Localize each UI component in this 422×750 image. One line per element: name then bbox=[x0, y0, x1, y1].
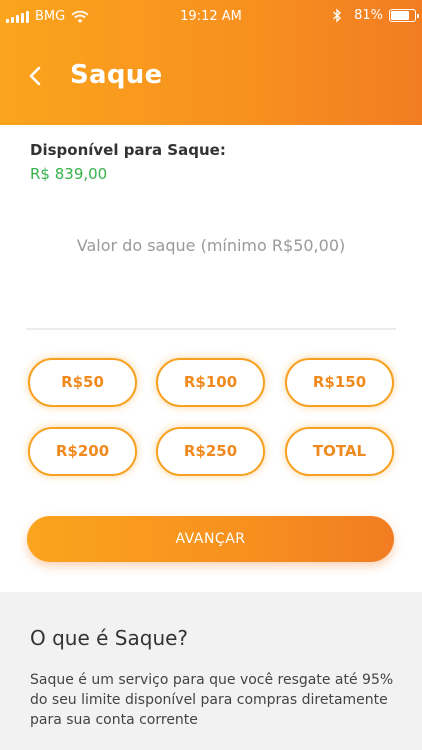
page-title: Saque bbox=[70, 60, 163, 90]
quick-amount-total-button[interactable]: TOTAL bbox=[285, 427, 394, 476]
available-value: R$ 839,00 bbox=[30, 165, 108, 183]
advance-button[interactable]: AVANÇAR bbox=[27, 516, 394, 562]
quick-amount-50-button[interactable]: R$50 bbox=[28, 358, 137, 407]
info-text: Saque é um serviço para que você resgate… bbox=[30, 672, 394, 728]
status-right: 81% bbox=[332, 8, 419, 23]
battery-percent: 81% bbox=[354, 8, 383, 23]
input-underline bbox=[26, 328, 396, 330]
available-label: Disponível para Saque: bbox=[30, 141, 226, 159]
battery-icon bbox=[389, 9, 419, 22]
quick-amount-200-button[interactable]: R$200 bbox=[28, 427, 137, 476]
bluetooth-icon bbox=[333, 8, 342, 23]
quick-amount-250-button[interactable]: R$250 bbox=[156, 427, 265, 476]
info-title: O que é Saque? bbox=[30, 626, 189, 650]
back-chevron-icon[interactable] bbox=[26, 64, 46, 88]
info-section: O que é Saque? Saque é um serviço para q… bbox=[0, 592, 422, 750]
quick-amount-100-button[interactable]: R$100 bbox=[156, 358, 265, 407]
app-header: BMG 19:12 AM 81% Saque bbox=[0, 0, 422, 125]
battery-level bbox=[391, 11, 410, 20]
quick-amount-150-button[interactable]: R$150 bbox=[285, 358, 394, 407]
withdraw-amount-input[interactable] bbox=[26, 228, 396, 262]
status-bar: BMG 19:12 AM 81% bbox=[0, 0, 422, 32]
